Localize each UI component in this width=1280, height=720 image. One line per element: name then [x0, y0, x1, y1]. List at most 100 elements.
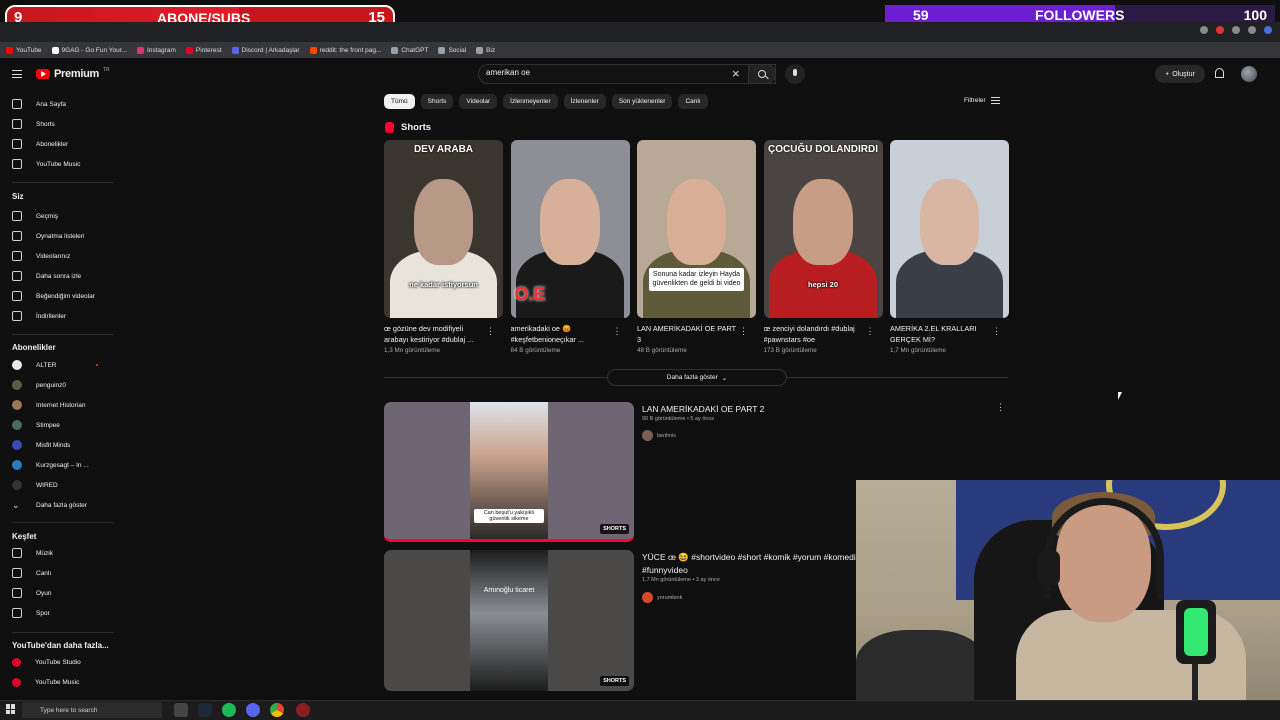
search-icon	[758, 70, 766, 78]
short-card[interactable]: Sonuna kadar izleyin Hayda güvenlikten d…	[637, 140, 756, 354]
sidebar-item[interactable]: Abonelikler	[0, 134, 116, 154]
bookmark-item[interactable]: Social	[438, 46, 466, 54]
filter-chip[interactable]: İzlenenler	[563, 94, 606, 109]
sidebar-item[interactable]: YouTube Music	[0, 672, 116, 692]
filter-chip[interactable]: İzlenmeyenler	[503, 94, 558, 109]
short-card[interactable]: O.E amerikadaki oe 😡 #keşfetbenioneçıkar …	[510, 140, 630, 354]
short-thumbnail[interactable]: O.E	[510, 140, 630, 318]
short-title[interactable]: œ zenciyi dolandırdı #dublaj #pawnstars …	[764, 324, 869, 346]
extension-icon[interactable]	[1200, 26, 1208, 34]
sidebar-item[interactable]: Spor	[0, 603, 116, 623]
sidebar-item[interactable]: Beğendiğim videolar	[0, 286, 116, 306]
bookmark-item[interactable]: 9GAG - Go Fun Your...	[51, 46, 127, 54]
sidebar-item[interactable]: Geçmiş	[0, 206, 116, 226]
sidebar-item[interactable]: YouTube Studio	[0, 652, 116, 672]
video-thumbnail[interactable]: Can beşut'u yakışıklı güvenlik sikeme SHO…	[384, 402, 634, 542]
bookmark-item[interactable]: Instagram	[136, 46, 176, 54]
create-button[interactable]: + Oluştur	[1155, 65, 1205, 83]
filter-chip[interactable]: Son yüklenenler	[611, 94, 673, 109]
bookmark-item[interactable]: ChatGPT	[391, 46, 428, 54]
sidebar-item[interactable]: WIRED	[0, 475, 116, 495]
avatar[interactable]	[1241, 66, 1257, 82]
sidebar-item[interactable]: Kurzgesagt – In ...	[0, 455, 116, 475]
notifications-bell-icon[interactable]	[1215, 68, 1224, 78]
short-thumbnail[interactable]: DEV ARABA ne kadar istiyorsun	[384, 140, 503, 318]
sidebar-item[interactable]: Canlı	[0, 563, 116, 583]
short-thumbnail[interactable]: Sonuna kadar izleyin Hayda güvenlikten d…	[637, 140, 756, 318]
filter-chip[interactable]: Tümü	[384, 94, 415, 109]
discord-icon[interactable]	[246, 703, 260, 717]
short-title[interactable]: amerikadaki oe 😡 #keşfetbenioneçıkar ...	[511, 324, 616, 346]
more-options-icon[interactable]: ⋮	[992, 326, 1001, 337]
short-card[interactable]: AMERİKA 2.EL KRALLARI GERÇEK Mİ? 1,7 Mn g…	[890, 140, 1009, 354]
sidebar-item[interactable]: Internet Historian	[0, 395, 116, 415]
bookmark-item[interactable]: Pinterest	[185, 46, 222, 54]
sidebar-item[interactable]: YouTube Music	[0, 154, 116, 174]
short-card[interactable]: DEV ARABA ne kadar istiyorsun œ gözüne dev…	[384, 140, 503, 354]
sidebar-item[interactable]: Oynatma listeleri	[0, 226, 116, 246]
filters-button[interactable]: Filtreler	[964, 97, 1000, 104]
task-view-icon[interactable]	[174, 703, 188, 717]
sidebar-item[interactable]: penguinz0	[0, 375, 116, 395]
extension-icon[interactable]	[1216, 26, 1224, 34]
more-options-icon[interactable]: ⋮	[996, 402, 1005, 413]
voice-search-button[interactable]	[785, 64, 805, 84]
more-options-icon[interactable]: ⋮	[739, 326, 748, 337]
menu-icon[interactable]	[12, 70, 22, 78]
sidebar-item-label: Shorts	[36, 120, 55, 128]
extension-icon[interactable]	[1232, 26, 1240, 34]
spotify-icon[interactable]	[222, 703, 236, 717]
short-card[interactable]: ÇOCUĞU DOLANDIRDI hepsi 20 œ zenciyi dolan…	[763, 140, 883, 354]
video-channel[interactable]: yorumlenk	[642, 592, 682, 603]
sidebar-item[interactable]: İndirilenler	[0, 306, 116, 326]
sidebar-item[interactable]: Müzik	[0, 543, 116, 563]
bookmark-label: Pinterest	[195, 46, 222, 54]
more-options-icon[interactable]: ⋮	[866, 326, 875, 337]
bookmark-favicon-icon	[438, 46, 446, 54]
bookmark-item[interactable]: YouTube	[6, 46, 42, 54]
bookmark-item[interactable]: reddit: the front pag...	[309, 46, 381, 54]
filter-chip[interactable]: Canlı	[678, 94, 708, 109]
sidebar-item[interactable]: Ana Sayfa	[0, 94, 116, 114]
chrome-icon[interactable]	[270, 703, 284, 717]
video-title[interactable]: LAN AMERİKADAKİ OE PART 2	[642, 403, 857, 416]
steam-icon[interactable]	[198, 703, 212, 717]
bookmark-item[interactable]: Biz	[476, 46, 495, 54]
short-title[interactable]: LAN AMERİKADAKİ OE PART 3	[637, 324, 742, 346]
sidebar-item[interactable]: Oyun	[0, 583, 116, 603]
short-thumbnail[interactable]	[890, 140, 1009, 318]
thumbnail-caption: Amınoğlu ticaret	[483, 587, 535, 594]
show-more-button[interactable]: Daha fazla göster ⌄	[607, 369, 787, 386]
short-title[interactable]: AMERİKA 2.EL KRALLARI GERÇEK Mİ?	[890, 324, 995, 346]
more-options-icon[interactable]: ⋮	[486, 326, 495, 337]
sidebar-item[interactable]: Daha sonra izle	[0, 266, 116, 286]
sidebar-item[interactable]: Stimpee	[0, 415, 116, 435]
windows-start-icon[interactable]	[6, 704, 16, 714]
short-title[interactable]: œ gözüne dev modifiyeli arabayı kestiriy…	[384, 324, 489, 346]
bookmark-item[interactable]: Discord | Arkadaşlar	[231, 46, 300, 54]
filter-chip[interactable]: Shorts	[420, 94, 454, 109]
history-icon	[12, 211, 22, 221]
sidebar-heading-you[interactable]: Siz	[12, 192, 24, 201]
sidebar-item[interactable]: ALTER	[0, 355, 116, 375]
more-options-icon[interactable]: ⋮	[613, 326, 622, 337]
video-channel[interactable]: berilmis	[642, 430, 676, 441]
filter-chip[interactable]: Videolar	[459, 94, 498, 109]
sidebar-item[interactable]: Shorts	[0, 114, 116, 134]
sidebar-item-label: İndirilenler	[36, 312, 66, 320]
sidebar-item[interactable]: Misfit Minds	[0, 435, 116, 455]
sidebar-item[interactable]: Videolarınız	[0, 246, 116, 266]
sidebar-item[interactable]: ⌄ Daha fazla göster	[0, 495, 116, 515]
obs-icon[interactable]	[296, 703, 310, 717]
extension-icon[interactable]	[1264, 26, 1272, 34]
video-thumbnail[interactable]: Amınoğlu ticaret SHORTS	[384, 550, 634, 691]
short-thumbnail[interactable]: ÇOCUĞU DOLANDIRDI hepsi 20	[763, 140, 883, 318]
extension-icon[interactable]	[1248, 26, 1256, 34]
youtube-logo[interactable]: Premium TR	[36, 67, 110, 80]
clear-search-icon[interactable]: ×	[732, 66, 740, 81]
video-title[interactable]: YÜCE œ 😆 #shortvideo #short #komik #yoru…	[642, 551, 857, 577]
search-button[interactable]	[748, 64, 776, 84]
create-label: Oluştur	[1172, 70, 1195, 78]
taskbar-search[interactable]: Type here to search	[22, 702, 162, 718]
search-input[interactable]	[486, 68, 726, 77]
